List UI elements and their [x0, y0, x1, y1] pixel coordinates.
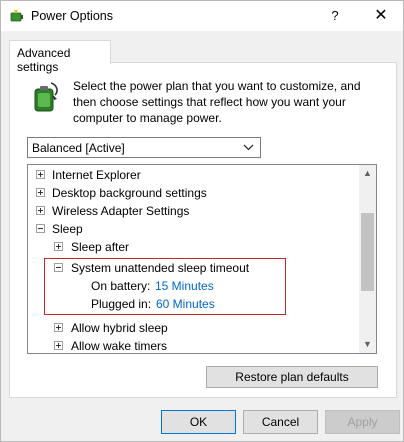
power-options-window: Power Options ? ✕ Advanced settings Sele… [0, 0, 404, 442]
power-plan-select[interactable]: Balanced [Active] [27, 137, 261, 158]
tree-item-label: Desktop background settings [52, 186, 207, 200]
cancel-button[interactable]: Cancel [243, 410, 318, 434]
collapse-icon[interactable] [36, 224, 45, 233]
tab-advanced-settings[interactable]: Advanced settings [9, 40, 111, 74]
tree-item-sleep[interactable]: Sleep [28, 220, 358, 238]
scroll-up-icon[interactable]: ▲ [359, 165, 376, 182]
tree-item-label: Allow hybrid sleep [71, 321, 168, 335]
power-options-icon [10, 10, 23, 22]
tree-item-label: Wireless Adapter Settings [52, 204, 190, 218]
tree-item-label: Sleep after [71, 240, 130, 254]
plan-description: Select the power plan that you want to c… [73, 78, 393, 126]
tree-item-label: Sleep [52, 222, 83, 236]
restore-plan-defaults-button[interactable]: Restore plan defaults [206, 366, 378, 388]
description-line: Select the power plan that you want to c… [73, 79, 361, 93]
close-button[interactable]: ✕ [359, 1, 403, 31]
help-button[interactable]: ? [313, 1, 357, 31]
tree-item-sleep-after[interactable]: Sleep after [28, 238, 358, 256]
tree-item-label: Internet Explorer [52, 168, 141, 182]
tree-item-wireless-adapter[interactable]: Wireless Adapter Settings [28, 202, 358, 220]
scroll-down-icon[interactable]: ▼ [359, 336, 376, 353]
tree-item-internet-explorer[interactable]: Internet Explorer [28, 166, 358, 184]
tree-item-desktop-background[interactable]: Desktop background settings [28, 184, 358, 202]
expand-icon[interactable] [54, 242, 63, 251]
description-line: computer to manage power. [73, 111, 222, 125]
expand-icon[interactable] [54, 323, 63, 332]
tree-item-allow-hybrid-sleep[interactable]: Allow hybrid sleep [28, 319, 358, 337]
tab-label: Advanced settings [17, 46, 71, 74]
expand-icon[interactable] [36, 188, 45, 197]
title-bar[interactable]: Power Options ? ✕ [1, 1, 403, 31]
scroll-thumb[interactable] [361, 213, 374, 291]
expand-icon[interactable] [36, 206, 45, 215]
expand-icon[interactable] [36, 170, 45, 179]
highlight-annotation [44, 258, 286, 315]
expand-icon[interactable] [54, 341, 63, 350]
apply-button[interactable]: Apply [325, 410, 400, 434]
tree-scrollbar[interactable]: ▲ ▼ [359, 165, 376, 353]
power-plan-value: Balanced [Active] [32, 141, 125, 155]
chevron-down-icon [243, 144, 254, 151]
window-title: Power Options [31, 9, 113, 23]
ok-button[interactable]: OK [161, 410, 236, 434]
battery-icon [34, 82, 58, 112]
tree-item-label: Allow wake timers [71, 339, 168, 353]
tree-item-allow-wake-timers[interactable]: Allow wake timers [28, 337, 358, 353]
description-line: then choose settings that reflect how yo… [73, 95, 346, 109]
